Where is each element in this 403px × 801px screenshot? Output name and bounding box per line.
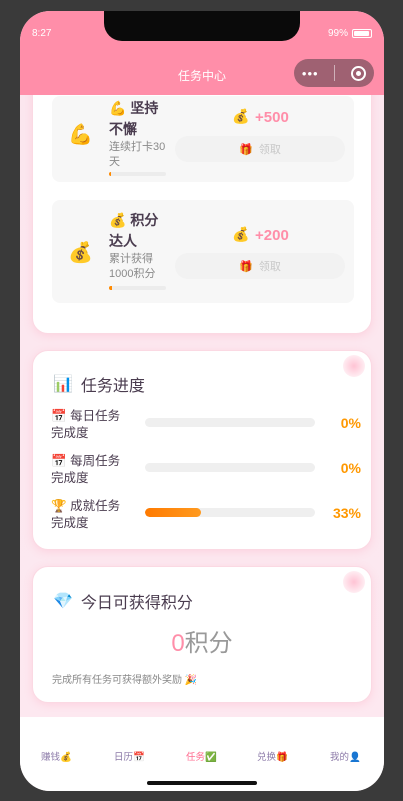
progress-label: 📅 每日任务完成度 (51, 409, 121, 440)
gift-icon: 🎁 (276, 752, 288, 763)
progress-row-achievement: 🏆 成就任务完成度 33% (51, 498, 361, 534)
tab-earn[interactable]: 赚钱💰 (41, 749, 72, 763)
achievement-desc: 累计获得1000积分 (109, 253, 156, 280)
points-value: 0积分 (33, 623, 371, 658)
points-note: 完成所有任务可获得额外奖励 🎉 (52, 675, 198, 686)
battery-indicator: 99% (328, 28, 372, 39)
points-number: 0 (171, 630, 185, 657)
achievement-name: 💪 坚持不懈 (109, 100, 159, 137)
achievement-points: +500 (255, 109, 289, 126)
close-target-icon[interactable] (351, 65, 367, 81)
achievements-card: 💪 💪 坚持不懈 连续打卡30天 💰 +500 🎁 领取 💰 💰 积分达人 累计… (32, 95, 372, 334)
progress-percent: 33% (332, 505, 361, 521)
trophy-icon: 🏆 (51, 499, 67, 513)
achievement-progress-fill (109, 286, 112, 290)
section-title: 📊 任务进度 (53, 376, 145, 395)
points-today-card: 💎 今日可获得积分 0积分 完成所有任务可获得额外奖励 🎉 (32, 566, 372, 703)
battery-icon (352, 29, 372, 38)
decor-blob (343, 571, 365, 593)
progress-track (145, 418, 315, 427)
moneybag-icon: 💰 (232, 226, 250, 242)
phone-frame: 8:27 99% 任务中心 ••• 💪 💪 坚持不懈 连续打卡30天 💰 +50… (20, 11, 384, 791)
person-icon: 👤 (349, 752, 361, 763)
progress-fill (145, 508, 202, 517)
progress-label: 📅 每周任务完成度 (51, 454, 121, 485)
calendar-icon: 📅 (133, 752, 145, 763)
progress-track (145, 463, 315, 472)
achievement-points: +200 (255, 227, 289, 244)
status-time: 8:27 (32, 28, 52, 39)
notch (104, 11, 300, 41)
muscle-icon: 💪 (68, 124, 93, 146)
tab-profile[interactable]: 我的👤 (330, 749, 361, 763)
gift-icon: 🎁 (239, 143, 253, 156)
achievement-progress-bar (109, 286, 166, 290)
party-popper-icon: 🎉 (184, 675, 198, 686)
bar-chart-icon: 📊 (53, 376, 73, 393)
progress-track (145, 508, 315, 517)
tab-bar: 赚钱💰 日历📅 任务✅ 兑换🎁 我的👤 (20, 717, 384, 791)
calendar-icon: 📅 (51, 454, 67, 468)
achievement-desc: 连续打卡30天 (109, 141, 166, 168)
achievement-emoji-icon: 💰 (109, 212, 127, 228)
achievement-progress-fill (109, 172, 111, 176)
mini-program-capsule: ••• (294, 59, 374, 87)
tab-tasks[interactable]: 任务✅ (186, 749, 217, 763)
achievement-item: 💰 💰 积分达人 累计获得1000积分 💰 +200 🎁 领取 (52, 200, 354, 303)
tab-calendar[interactable]: 日历📅 (114, 749, 145, 763)
claim-label: 领取 (258, 144, 281, 156)
calendar-icon: 📅 (51, 409, 67, 423)
task-progress-card: 📊 任务进度 📅 每日任务完成度 0% 📅 每周任务完成度 0% 🏆 成就任务完… (32, 350, 372, 550)
achievement-item: 💪 💪 坚持不懈 连续打卡30天 💰 +500 🎁 领取 (52, 96, 354, 182)
progress-row-weekly: 📅 每周任务完成度 0% (51, 453, 361, 489)
achievement-emoji-icon: 💪 (109, 100, 127, 116)
moneybag-icon: 💰 (68, 242, 93, 264)
progress-percent: 0% (340, 415, 361, 431)
claim-button[interactable]: 🎁 领取 (175, 253, 345, 279)
capsule-divider (334, 65, 336, 81)
more-button[interactable]: ••• (302, 66, 319, 81)
section-title: 💎 今日可获得积分 (53, 593, 193, 612)
diamond-icon: 💎 (53, 593, 73, 610)
check-icon: ✅ (205, 752, 217, 763)
claim-label: 领取 (258, 261, 281, 273)
home-indicator (147, 781, 257, 785)
tab-exchange[interactable]: 兑换🎁 (257, 749, 288, 763)
claim-button[interactable]: 🎁 领取 (175, 136, 345, 162)
achievement-name: 💰 积分达人 (109, 212, 159, 249)
moneybag-icon: 💰 (60, 752, 72, 763)
battery-percent: 99% (327, 28, 348, 39)
decor-blob (343, 355, 365, 377)
progress-percent: 0% (340, 460, 361, 476)
points-unit: 积分 (184, 630, 233, 657)
navigation-bar: 任务中心 ••• (20, 54, 384, 95)
achievement-progress-bar (109, 172, 166, 176)
gift-icon: 🎁 (239, 260, 253, 273)
moneybag-icon: 💰 (232, 108, 250, 124)
scroll-content[interactable]: 💪 💪 坚持不懈 连续打卡30天 💰 +500 🎁 领取 💰 💰 积分达人 累计… (20, 95, 384, 717)
progress-row-daily: 📅 每日任务完成度 0% (51, 408, 361, 444)
progress-label: 🏆 成就任务完成度 (51, 499, 121, 530)
